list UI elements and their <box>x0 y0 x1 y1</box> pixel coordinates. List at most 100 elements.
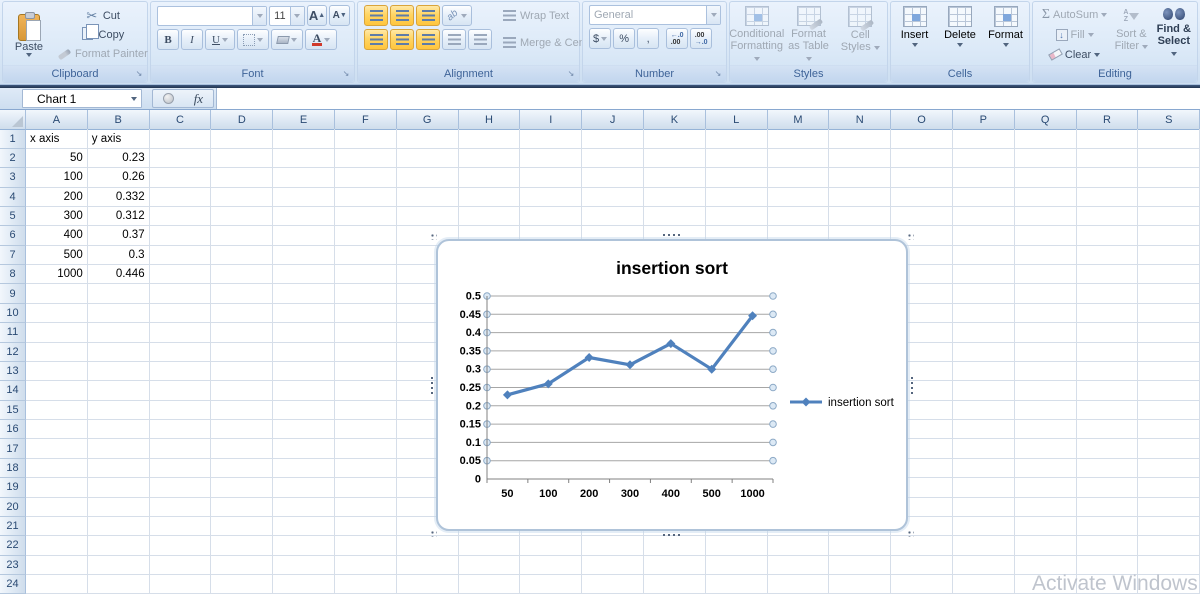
chart-resize-handle-topright[interactable] <box>907 233 914 240</box>
cell-F14[interactable] <box>334 381 397 401</box>
cut-button[interactable]: ✂ Cut <box>55 6 149 25</box>
increase-decimal-button[interactable]: ←.0.00 <box>666 28 689 49</box>
cell-Q18[interactable] <box>1014 458 1077 479</box>
cell-P2[interactable] <box>952 148 1015 169</box>
column-header-C[interactable]: C <box>149 110 212 130</box>
cell-O2[interactable] <box>891 148 953 169</box>
cell-L4[interactable] <box>705 187 768 207</box>
cell-G23[interactable] <box>396 555 459 575</box>
formula-input[interactable] <box>216 88 1200 109</box>
cell-A13[interactable] <box>26 361 88 382</box>
row-header-21[interactable]: 21 <box>0 516 26 537</box>
cell-F4[interactable] <box>334 187 397 207</box>
cell-D23[interactable] <box>211 555 274 575</box>
cell-S13[interactable] <box>1138 361 1200 382</box>
cell-R17[interactable] <box>1076 439 1139 459</box>
cell-C9[interactable] <box>149 284 212 304</box>
underline-button[interactable]: U <box>205 29 235 50</box>
column-header-P[interactable]: P <box>952 110 1015 130</box>
cell-R8[interactable] <box>1076 265 1139 285</box>
cell-F7[interactable] <box>334 245 397 265</box>
row-header-12[interactable]: 12 <box>0 342 26 362</box>
cell-O24[interactable] <box>891 575 953 595</box>
increase-indent-button[interactable] <box>468 29 492 50</box>
cell-A1[interactable]: x axis <box>26 129 88 149</box>
cell-E15[interactable] <box>273 400 335 420</box>
cell-R21[interactable] <box>1076 516 1139 537</box>
cell-S14[interactable] <box>1138 381 1200 401</box>
cell-A11[interactable] <box>26 323 88 343</box>
cell-M23[interactable] <box>767 555 830 575</box>
column-header-F[interactable]: F <box>334 110 397 130</box>
cell-F24[interactable] <box>334 575 397 595</box>
cell-Q7[interactable] <box>1014 245 1077 265</box>
cell-C7[interactable] <box>149 245 212 265</box>
cell-R6[interactable] <box>1076 226 1139 246</box>
row-header-2[interactable]: 2 <box>0 148 26 169</box>
cell-C24[interactable] <box>149 575 212 595</box>
cell-E14[interactable] <box>273 381 335 401</box>
column-header-O[interactable]: O <box>891 110 953 130</box>
cell-A6[interactable]: 400 <box>26 226 88 246</box>
cell-Q11[interactable] <box>1014 323 1077 343</box>
cell-A7[interactable]: 500 <box>26 245 88 265</box>
column-header-J[interactable]: J <box>582 110 644 130</box>
cell-D8[interactable] <box>211 265 274 285</box>
align-bottom-button[interactable] <box>416 5 440 26</box>
cell-A23[interactable] <box>26 555 88 575</box>
cell-B12[interactable] <box>87 342 150 362</box>
cell-G24[interactable] <box>396 575 459 595</box>
cell-S5[interactable] <box>1138 206 1200 227</box>
row-header-3[interactable]: 3 <box>0 168 26 188</box>
cell-D5[interactable] <box>211 206 274 227</box>
cell-R15[interactable] <box>1076 400 1139 420</box>
cell-D9[interactable] <box>211 284 274 304</box>
cell-R22[interactable] <box>1076 536 1139 556</box>
cell-C17[interactable] <box>149 439 212 459</box>
cell-F16[interactable] <box>334 420 397 440</box>
row-header-17[interactable]: 17 <box>0 439 26 459</box>
chart-resize-handle-bottom[interactable] <box>663 534 680 536</box>
row-header-20[interactable]: 20 <box>0 497 26 517</box>
cell-E3[interactable] <box>273 168 335 188</box>
cell-F12[interactable] <box>334 342 397 362</box>
orientation-button[interactable]: ab <box>442 5 472 26</box>
cell-E24[interactable] <box>273 575 335 595</box>
cell-C20[interactable] <box>149 497 212 517</box>
clear-button[interactable]: Clear <box>1037 45 1110 64</box>
row-header-9[interactable]: 9 <box>0 284 26 304</box>
cell-G1[interactable] <box>396 129 459 149</box>
cell-H24[interactable] <box>458 575 521 595</box>
cell-L2[interactable] <box>705 148 768 169</box>
format-cells-button[interactable]: Format <box>984 5 1028 65</box>
cell-B10[interactable] <box>87 303 150 324</box>
cell-B20[interactable] <box>87 497 150 517</box>
column-header-L[interactable]: L <box>705 110 768 130</box>
cell-S18[interactable] <box>1138 458 1200 479</box>
cell-F22[interactable] <box>334 536 397 556</box>
cell-I3[interactable] <box>520 168 583 188</box>
cell-S3[interactable] <box>1138 168 1200 188</box>
cell-F6[interactable] <box>334 226 397 246</box>
cell-B16[interactable] <box>87 420 150 440</box>
column-header-G[interactable]: G <box>396 110 459 130</box>
cell-F20[interactable] <box>334 497 397 517</box>
cell-S12[interactable] <box>1138 342 1200 362</box>
cell-F9[interactable] <box>334 284 397 304</box>
cell-S8[interactable] <box>1138 265 1200 285</box>
row-header-13[interactable]: 13 <box>0 361 26 382</box>
cell-H3[interactable] <box>458 168 521 188</box>
align-middle-button[interactable] <box>390 5 414 26</box>
cell-K3[interactable] <box>643 168 706 188</box>
copy-button[interactable]: Copy <box>55 23 149 44</box>
cell-S21[interactable] <box>1138 516 1200 537</box>
cell-P7[interactable] <box>952 245 1015 265</box>
fill-color-button[interactable] <box>271 29 303 50</box>
cell-C2[interactable] <box>149 148 212 169</box>
row-header-8[interactable]: 8 <box>0 265 26 285</box>
cell-R16[interactable] <box>1076 420 1139 440</box>
cell-R12[interactable] <box>1076 342 1139 362</box>
cell-R1[interactable] <box>1076 129 1139 149</box>
cell-C15[interactable] <box>149 400 212 420</box>
cell-Q1[interactable] <box>1014 129 1077 149</box>
